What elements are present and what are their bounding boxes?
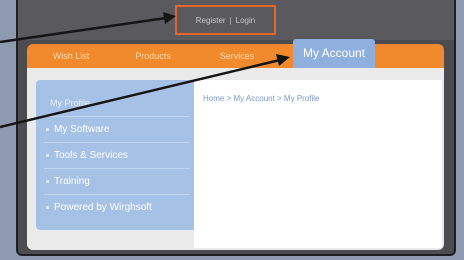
breadcrumb: Home > My Account > My Profile xyxy=(203,94,320,103)
sidebar-item-training[interactable]: Training xyxy=(46,176,188,187)
sidebar-divider xyxy=(44,116,190,117)
auth-links-highlight: Register | Login xyxy=(175,5,276,35)
tab-wish-list[interactable]: Wish List xyxy=(41,44,101,68)
link-separator: | xyxy=(229,15,232,25)
sidebar-divider xyxy=(44,142,190,143)
sidebar-item-tools-services[interactable]: Tools & Services xyxy=(46,150,188,161)
tab-services[interactable]: Services xyxy=(207,44,267,68)
main-panel xyxy=(194,80,442,248)
sidebar-heading[interactable]: My Profile xyxy=(50,98,90,108)
login-link[interactable]: Login xyxy=(236,16,256,25)
register-link[interactable]: Register xyxy=(196,16,226,25)
sidebar-divider xyxy=(44,194,190,195)
sidebar-item-my-software[interactable]: My Software xyxy=(46,124,188,135)
sidebar-item-powered-by[interactable]: Powered by Wirghsoft xyxy=(46,202,188,213)
sidebar-divider xyxy=(44,168,190,169)
main-nav: Wish List Products Services My Account xyxy=(27,39,444,68)
tab-products[interactable]: Products xyxy=(123,44,183,68)
account-sidebar: My Profile My Software Tools & Services … xyxy=(36,80,194,230)
tab-my-account[interactable]: My Account xyxy=(293,39,375,68)
